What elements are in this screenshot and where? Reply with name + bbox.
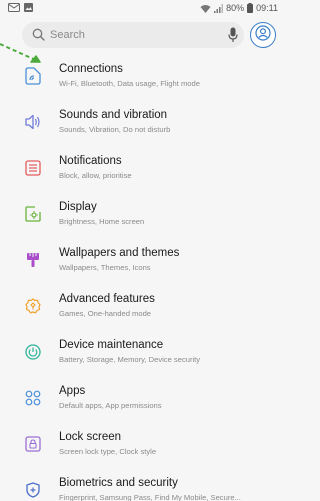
settings-item-subtitle: Wallpapers, Themes, Icons <box>59 263 151 272</box>
settings-item-subtitle: Default apps, App permissions <box>59 401 162 410</box>
settings-item-biometrics-and-security[interactable]: Biometrics and security Fingerprint, Sam… <box>0 466 282 501</box>
apps-icon <box>23 388 43 408</box>
settings-item-subtitle: Wi-Fi, Bluetooth, Data usage, Flight mod… <box>59 79 200 88</box>
device-maintenance-icon <box>23 342 43 362</box>
search-input[interactable] <box>50 27 200 43</box>
settings-item-device-maintenance[interactable]: Device maintenance Battery, Storage, Mem… <box>0 328 282 374</box>
settings-item-apps[interactable]: Apps Default apps, App permissions <box>0 374 282 420</box>
connections-icon <box>23 66 43 86</box>
settings-item-wallpapers-and-themes[interactable]: Wallpapers and themes Wallpapers, Themes… <box>0 236 282 282</box>
search-box[interactable] <box>22 22 244 48</box>
account-button[interactable] <box>250 22 276 48</box>
status-left-icons <box>8 3 33 12</box>
settings-item-title: Advanced features <box>59 293 155 305</box>
settings-item-connections[interactable]: Connections Wi-Fi, Bluetooth, Data usage… <box>0 52 282 98</box>
settings-item-title: Connections <box>59 63 123 75</box>
shield-icon <box>23 480 43 500</box>
settings-item-title: Device maintenance <box>59 339 164 351</box>
settings-item-title: Display <box>59 201 97 213</box>
settings-item-subtitle: Sounds, Vibration, Do not disturb <box>59 125 171 134</box>
lock-icon <box>23 434 43 454</box>
settings-item-subtitle: Block, allow, prioritise <box>59 171 132 180</box>
settings-item-subtitle: Fingerprint, Samsung Pass, Find My Mobil… <box>59 493 241 501</box>
battery-percent: 80% <box>226 3 245 13</box>
gallery-icon <box>24 3 33 12</box>
mic-icon[interactable] <box>228 27 238 48</box>
settings-item-subtitle: Games, One-handed mode <box>59 309 152 318</box>
settings-item-title: Biometrics and security <box>59 477 178 489</box>
notifications-icon <box>23 158 43 178</box>
status-right-icons: 80% 09:11 <box>200 3 278 13</box>
account-icon <box>255 24 271 46</box>
volume-icon <box>23 112 43 132</box>
settings-item-subtitle: Screen lock type, Clock style <box>59 447 157 456</box>
settings-item-title: Sounds and vibration <box>59 109 168 121</box>
settings-item-notifications[interactable]: Notifications Block, allow, prioritise <box>0 144 282 190</box>
advanced-features-icon <box>23 296 43 316</box>
settings-item-title: Notifications <box>59 155 122 167</box>
display-icon <box>23 204 43 224</box>
settings-item-subtitle: Brightness, Home screen <box>59 217 145 226</box>
status-bar: 80% 09:11 <box>0 0 282 18</box>
paint-brush-icon <box>23 250 43 270</box>
settings-item-lock-screen[interactable]: Lock screen Screen lock type, Clock styl… <box>0 420 282 466</box>
signal-icon <box>214 3 224 13</box>
settings-item-subtitle: Battery, Storage, Memory, Device securit… <box>59 355 201 364</box>
search-icon <box>32 28 45 46</box>
notification-icon <box>8 3 20 12</box>
settings-item-sounds-and-vibration[interactable]: Sounds and vibration Sounds, Vibration, … <box>0 98 282 144</box>
battery-icon <box>247 3 254 13</box>
wifi-icon <box>200 4 211 13</box>
settings-item-title: Apps <box>59 385 86 397</box>
settings-item-title: Lock screen <box>59 431 122 443</box>
settings-item-display[interactable]: Display Brightness, Home screen <box>0 190 282 236</box>
search-row <box>22 22 276 48</box>
settings-item-title: Wallpapers and themes <box>59 247 180 259</box>
status-time: 09:11 <box>256 3 278 13</box>
settings-item-advanced-features[interactable]: Advanced features Games, One-handed mode <box>0 282 282 328</box>
